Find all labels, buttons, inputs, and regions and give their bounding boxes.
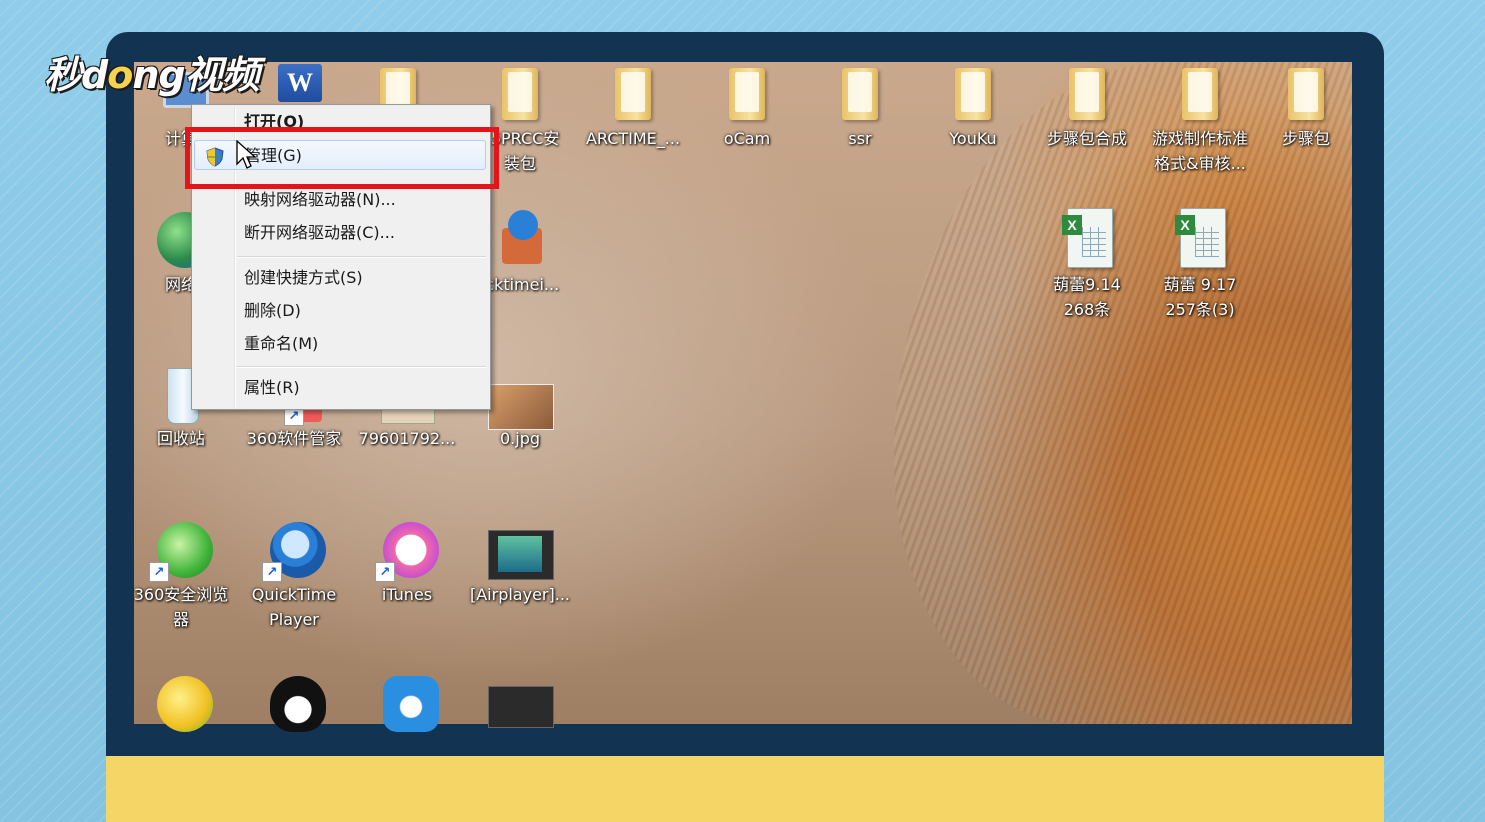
desktop-icon-airplayer[interactable]: [Airplayer]... xyxy=(464,518,576,607)
desktop-icon-arctime[interactable]: ARCTIME_... xyxy=(577,62,689,151)
icon-label: 步骤包 xyxy=(1281,129,1330,148)
menu-item-delete[interactable]: 删除(D) xyxy=(194,296,486,326)
mouse-cursor-icon xyxy=(236,140,256,169)
desktop-icon-step-pkg[interactable]: 步骤包 xyxy=(1258,62,1354,151)
menu-item-rename[interactable]: 重命名(M) xyxy=(194,329,486,359)
icon-label: QuickTime Player xyxy=(251,585,337,629)
icon-label: [Airplayer]... xyxy=(469,585,570,604)
quicktime-icon: ↗ xyxy=(262,518,326,582)
icon-label: 葫蕾 9.17 257条(3) xyxy=(1163,275,1237,319)
menu-item-properties[interactable]: 属性(R) xyxy=(194,373,486,403)
folder-icon xyxy=(1168,62,1232,126)
icon-label: 回收站 xyxy=(156,429,205,448)
desktop-icon-youku[interactable]: YouKu xyxy=(917,62,1029,151)
menu-item-label: 创建快捷方式(S) xyxy=(244,268,363,287)
itunes-icon: ↗ xyxy=(375,518,439,582)
folder-icon xyxy=(488,62,552,126)
desktop-icon-step-merge[interactable]: 步骤包合成 xyxy=(1031,62,1143,151)
menu-separator xyxy=(237,366,486,368)
menu-item-label: 删除(D) xyxy=(244,301,301,320)
highlight-annotation-box xyxy=(185,127,499,189)
excel-file-icon xyxy=(1055,208,1119,272)
video-file-icon xyxy=(488,672,554,736)
desktop-icon-xls-914[interactable]: 葫蕾9.14 268条 xyxy=(1031,208,1143,322)
360-browser-icon: ↗ xyxy=(149,518,213,582)
excel-file-icon xyxy=(1168,208,1232,272)
icon-label: iTunes xyxy=(381,585,433,604)
360-plus-icon xyxy=(149,672,213,736)
bottom-yellow-bar xyxy=(106,756,1384,822)
installer-box-icon xyxy=(488,208,552,272)
menu-item-label: 断开网络驱动器(C)... xyxy=(244,223,395,242)
menu-separator xyxy=(237,256,486,258)
icon-label: 步骤包合成 xyxy=(1046,129,1127,148)
shortcut-arrow-icon: ↗ xyxy=(262,562,282,582)
shortcut-arrow-icon: ↗ xyxy=(149,562,169,582)
menu-item-label: 映射网络驱动器(N)... xyxy=(244,190,396,209)
folder-icon xyxy=(828,62,892,126)
icon-label: 葫蕾9.14 268条 xyxy=(1053,275,1121,319)
desktop-icon-360-browser[interactable]: ↗ 360安全浏览 器 xyxy=(125,518,237,632)
desktop-icon-ssr[interactable]: ssr xyxy=(804,62,916,151)
icon-label: 79601792... xyxy=(358,429,456,448)
icon-label: oCam xyxy=(723,129,771,148)
desktop-icon-qq[interactable] xyxy=(238,672,350,736)
eye-player-icon xyxy=(375,672,439,736)
icon-label: 360软件管家 xyxy=(246,429,342,448)
menu-item-label: 重命名(M) xyxy=(244,334,319,353)
desktop-icon-ocam[interactable]: oCam xyxy=(691,62,803,151)
menu-item-disconnect-network-drive[interactable]: 断开网络驱动器(C)... xyxy=(194,218,486,248)
watermark-logo: 秒dong视频 xyxy=(44,53,260,97)
menu-item-create-shortcut[interactable]: 创建快捷方式(S) xyxy=(194,263,486,293)
icon-label: YouKu xyxy=(949,129,997,148)
folder-icon xyxy=(601,62,665,126)
desktop-icon-itunes[interactable]: ↗ iTunes xyxy=(351,518,463,607)
icon-label: 游戏制作标准 格式&审核... xyxy=(1151,129,1248,173)
video-file-icon xyxy=(488,518,554,582)
folder-icon xyxy=(1274,62,1338,126)
icon-label: 360安全浏览 器 xyxy=(133,585,229,629)
desktop-icon-media-player[interactable] xyxy=(351,672,463,736)
qq-penguin-icon xyxy=(262,672,326,736)
desktop-icon-360-guard[interactable] xyxy=(125,672,237,736)
desktop-icon-video-2[interactable] xyxy=(464,672,576,736)
folder-icon xyxy=(715,62,779,126)
desktop-icon-game-standard[interactable]: 游戏制作标准 格式&审核... xyxy=(1144,62,1256,176)
image-thumbnail-icon xyxy=(488,362,554,430)
folder-icon xyxy=(1055,62,1119,126)
desktop-icon-xls-917[interactable]: 葫蕾 9.17 257条(3) xyxy=(1144,208,1256,322)
folder-icon xyxy=(941,62,1005,126)
shortcut-arrow-icon: ↗ xyxy=(375,562,395,582)
menu-item-map-network-drive[interactable]: 映射网络驱动器(N)... xyxy=(194,185,486,215)
icon-label: ARCTIME_... xyxy=(585,129,681,148)
wallpaper-cat-fur xyxy=(894,62,1352,724)
desktop-icon-quicktime-player[interactable]: ↗ QuickTime Player xyxy=(238,518,350,632)
icon-label: ssr xyxy=(848,129,872,148)
menu-item-label: 属性(R) xyxy=(244,378,300,397)
